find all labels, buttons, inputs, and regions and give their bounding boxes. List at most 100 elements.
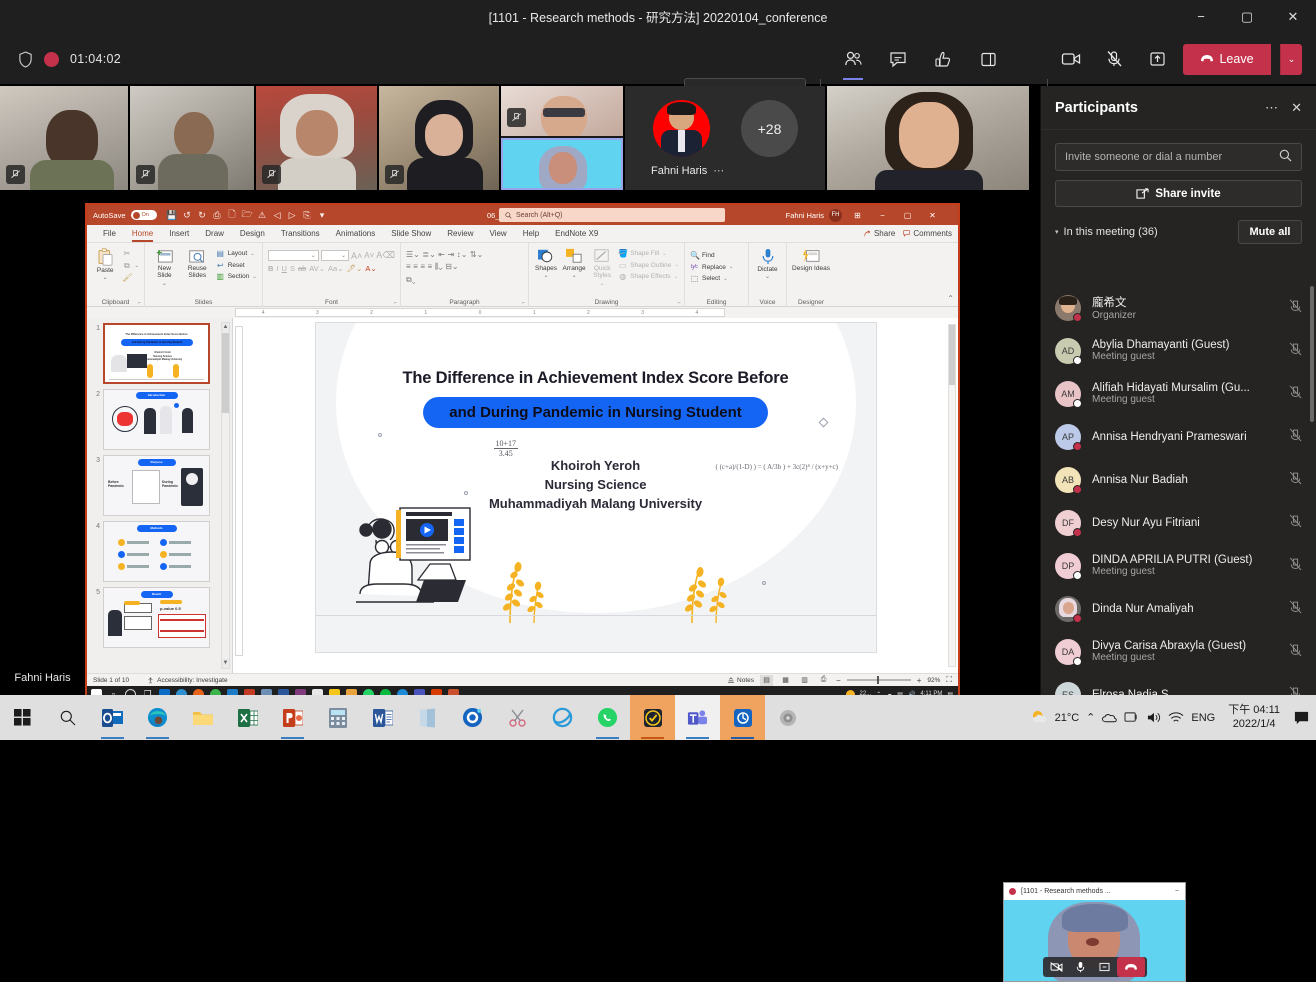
ppt-close-button[interactable]: ✕ [920, 205, 945, 225]
participants-list[interactable]: 龐希文 Organizer AD Abylia Dhamayanti (Gues… [1041, 286, 1316, 700]
text-highlight-color-button[interactable]: 🖊⌄ [347, 264, 363, 273]
font-family-combo[interactable]: ⌄ [268, 250, 319, 261]
participant-row[interactable]: DA Divya Carisa Abraxyla (Guest) Meeting… [1055, 630, 1302, 673]
onedrive-icon[interactable] [1102, 711, 1117, 724]
tray-expand-chevron-icon[interactable]: ⌃ [1086, 711, 1095, 724]
leave-dropdown-button[interactable]: ⌄ [1280, 44, 1302, 75]
increase-font-size-icon[interactable]: A˄ [351, 251, 362, 261]
panel-close-icon[interactable]: ✕ [1291, 100, 1302, 116]
slide-sorter-icon[interactable]: ▦ [779, 675, 792, 686]
teams-pip-window[interactable]: [1101 - Research methods ... − [1003, 882, 1186, 982]
reactions-icon[interactable] [926, 43, 960, 75]
more-options-icon[interactable]: more-options-icon [1016, 43, 1050, 75]
panel-more-options-icon[interactable]: ⋯ [1265, 100, 1278, 116]
thumbnail-2[interactable]: Introduction [103, 389, 210, 450]
slide-title-line1[interactable]: The Difference in Achievement Index Scor… [316, 369, 876, 388]
thumbnail-3[interactable]: Purpose BeforePandemic DuringPandemic [103, 455, 210, 516]
edge-button[interactable] [135, 695, 180, 740]
tab-insert[interactable]: Insert [161, 225, 197, 243]
close-button[interactable]: ✕ [1270, 0, 1316, 33]
align-left-button[interactable]: ≡ [406, 262, 411, 272]
ppt-share-button[interactable]: Share [864, 229, 895, 238]
video-tile-7[interactable] [827, 86, 1029, 190]
pip-microphone-icon[interactable] [1069, 957, 1093, 977]
active-speaker-tile[interactable] [501, 138, 623, 190]
line-spacing-button[interactable]: ↕⌄ [457, 250, 468, 259]
redo-icon[interactable]: ↻ [195, 207, 210, 223]
slide-canvas-area[interactable]: The Difference in Achievement Index Scor… [233, 318, 958, 673]
ppt-comments-button[interactable]: Comments [903, 229, 952, 238]
scroll-down-arrow[interactable]: ▼ [222, 659, 229, 668]
word-button[interactable] [360, 695, 405, 740]
section-chevron-icon[interactable]: ▾ [1055, 228, 1059, 236]
tab-animations[interactable]: Animations [328, 225, 384, 243]
maximize-button[interactable]: ▢ [1224, 0, 1270, 33]
share-invite-button[interactable]: Share invite [1055, 180, 1302, 207]
mic-muted-icon[interactable] [1289, 600, 1302, 617]
spell-icon[interactable]: ⚠ [255, 207, 270, 223]
camera-icon[interactable] [1054, 43, 1088, 75]
font-dialog-launcher[interactable]: ⌐ [394, 300, 397, 306]
language-indicator[interactable]: ENG [1191, 712, 1215, 724]
decrease-indent-button[interactable]: ⇤ [438, 250, 445, 259]
collapse-ribbon-button[interactable]: ⌃ [947, 294, 954, 303]
tab-help[interactable]: Help [515, 225, 547, 243]
pip-title-bar[interactable]: [1101 - Research methods ... − [1004, 883, 1185, 900]
wifi-icon[interactable] [1168, 711, 1184, 724]
reset-button[interactable]: ↩Reset [216, 261, 257, 270]
thumbnail-row[interactable]: 3 Purpose BeforePandemic DuringPandemic [91, 455, 232, 516]
tab-slide-show[interactable]: Slide Show [383, 225, 439, 243]
align-center-button[interactable]: ≡ [413, 262, 418, 272]
change-case-button[interactable]: Aa⌄ [328, 264, 343, 273]
format-painter-button[interactable]: 🖌 [122, 273, 139, 282]
search-button[interactable] [45, 695, 90, 740]
mic-muted-icon[interactable] [1289, 514, 1302, 531]
font-size-combo[interactable]: ⌄ [321, 250, 349, 261]
powerpoint-button[interactable] [270, 695, 315, 740]
tab-design[interactable]: Design [232, 225, 273, 243]
font-color-button[interactable]: A⌄ [365, 264, 376, 273]
justify-button[interactable]: ≡ [428, 262, 433, 272]
new-slide-button[interactable]: New Slide ⌄ [150, 246, 179, 288]
calculator-button[interactable] [315, 695, 360, 740]
shape-effects-button[interactable]: ◍Shape Effects⌄ [618, 272, 679, 281]
paragraph-dialog-launcher[interactable]: ⌐ [522, 300, 525, 306]
ppt-account[interactable]: Fahni Haris FH [786, 209, 842, 222]
action-center-icon[interactable] [1293, 710, 1310, 726]
shield-icon[interactable] [18, 51, 33, 68]
tab-review[interactable]: Review [439, 225, 481, 243]
convert-smartart-button[interactable]: ⧉⌄ [406, 275, 416, 285]
thumbnail-5[interactable]: Result p-value 0.5 [103, 587, 210, 648]
select-button[interactable]: ⬚Select⌄ [690, 274, 743, 283]
chat-icon[interactable] [881, 43, 915, 75]
pip-minimize-button[interactable]: − [1175, 888, 1179, 895]
increase-indent-button[interactable]: ⇥ [447, 250, 454, 259]
pip-camera-off-icon[interactable] [1045, 957, 1069, 977]
text-direction-button[interactable]: ⇅⌄ [470, 250, 483, 259]
shapes-button[interactable]: Shapes ⌄ [534, 246, 558, 280]
tab-endnote[interactable]: EndNote X9 [547, 225, 606, 243]
shape-outline-button[interactable]: ▭Shape Outline⌄ [618, 261, 679, 270]
participants-scrollbar[interactable] [1310, 286, 1314, 422]
search-icon[interactable] [1279, 149, 1292, 165]
open-icon[interactable]: 🗁 [240, 207, 255, 223]
pip-share-icon[interactable] [1093, 957, 1117, 977]
snip-button[interactable] [495, 695, 540, 740]
ppt-restore-button[interactable]: ▢ [895, 205, 920, 225]
antivirus-button[interactable] [630, 695, 675, 740]
thumbnail-row[interactable]: 1 The Difference in Achievement Index Sc… [91, 323, 232, 384]
shared-screen-region[interactable]: AutoSave On 💾 ↺ ↻ ⎙ 🗋 🗁 ⚠ ◁ ▷ ⎘ ▾ 06_K..… [85, 203, 960, 695]
paste-button[interactable]: Paste ⌄ [92, 246, 118, 282]
thumbnail-1[interactable]: The Difference in Achievement Index Scor… [103, 323, 210, 384]
thumbnail-scrollbar[interactable]: ▲ ▼ [221, 322, 230, 669]
columns-button[interactable]: ⫼⌄ [435, 262, 443, 272]
participant-row[interactable]: DP DINDA APRILIA PUTRI (Guest) Meeting g… [1055, 544, 1302, 587]
ribbon-display-icon[interactable]: ⊞ [845, 205, 870, 225]
ie-button[interactable] [540, 695, 585, 740]
participant-row[interactable]: AB Annisa Nur Badiah [1055, 458, 1302, 501]
weather-widget[interactable]: 21°C [1031, 709, 1080, 726]
speaker-button[interactable] [765, 695, 810, 740]
new-slide-icon[interactable]: 🗋 [225, 207, 240, 223]
whatsapp-button[interactable] [585, 695, 630, 740]
normal-view-icon[interactable]: ▤ [760, 675, 773, 686]
